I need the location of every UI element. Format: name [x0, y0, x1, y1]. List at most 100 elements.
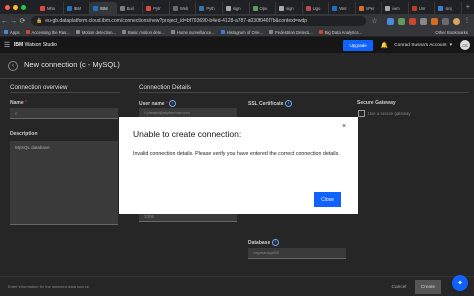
extension-icon[interactable] [442, 17, 449, 25]
upgrade-button[interactable]: Upgrade [343, 39, 373, 51]
ssl-label: SSL Certificate i [248, 100, 292, 107]
avatar[interactable]: CS [460, 40, 470, 50]
browser-tab[interactable]: Web [170, 2, 197, 14]
tab-label: IBM [73, 5, 82, 11]
close-button[interactable]: Close [314, 192, 341, 207]
bookmark-label: Basic motion dete... [127, 29, 165, 35]
app-header: ☰ IBM Watson Studio Upgrade 🔔 Conrad Sus… [0, 37, 474, 53]
browser-tab[interactable]: Unr [409, 2, 436, 14]
tab-favicon-icon [385, 5, 391, 11]
info-icon[interactable]: i [284, 100, 292, 107]
browser-tab[interactable]: IBM [64, 2, 91, 14]
hamburger-icon[interactable]: ☰ [0, 41, 14, 49]
browser-tab-strip: Mho IBM IBM Buil Pytr Web Pyth sign Ope sign Ugo We… [0, 0, 474, 14]
gateway-label: Secure Gateway [357, 100, 396, 106]
extension-icon[interactable] [409, 17, 416, 25]
profile-avatar-icon[interactable] [453, 17, 460, 25]
browser-tab[interactable]: nPer [356, 2, 383, 14]
other-bookmarks[interactable]: Other Bookmarks [435, 30, 468, 35]
url-field[interactable]: 🔒 eu-gb.dataplatform.cloud.ibm.com/conne… [31, 16, 366, 26]
bookmark-item[interactable]: Accessing the Ras... [25, 29, 70, 35]
product-brand[interactable]: IBM Watson Studio [14, 42, 57, 48]
gateway-checkbox-row[interactable]: Use a secure gateway [358, 110, 411, 117]
zoom-window-icon[interactable] [21, 4, 26, 10]
description-field[interactable]: MySQL database [10, 141, 118, 225]
browser-tab[interactable]: Buil [117, 2, 144, 14]
footer-bar: Enter information for the selected data … [0, 276, 474, 296]
info-icon[interactable]: i [271, 239, 279, 246]
bookmark-label: Apps [10, 29, 20, 35]
create-button[interactable]: Create [415, 280, 441, 294]
database-field[interactable]: cmymanageDB [248, 248, 346, 259]
browser-tab[interactable]: Mho [37, 2, 64, 14]
database-value: cmymanageDB [253, 251, 279, 255]
tab-favicon-icon [358, 5, 364, 11]
browser-tab[interactable]: Pyth [196, 2, 223, 14]
bookmark-favicon-icon [268, 30, 273, 34]
error-modal: Unable to create connection: × Invalid c… [119, 117, 358, 214]
bookmark-item[interactable]: Histogram of Orie... [220, 30, 263, 35]
back-arrow-icon[interactable]: ← [0, 18, 9, 25]
minimize-window-icon[interactable] [13, 4, 18, 10]
tab-label: sign [286, 5, 294, 11]
gateway-checkbox-label: Use a secure gateway [368, 111, 411, 116]
star-icon[interactable]: ☆ [370, 17, 379, 25]
account-switcher[interactable]: Conrad Susna's Account ▾ [394, 43, 452, 48]
bookmark-label: Accessing the Ras... [31, 29, 70, 35]
description-label: Description [10, 131, 38, 137]
new-tab-button[interactable]: + [462, 4, 474, 11]
lock-icon: 🔒 [36, 18, 43, 24]
bookmark-label: Pedestrian Detecti... [274, 29, 313, 35]
bookmark-item[interactable]: Apps [4, 30, 20, 35]
bookmark-item[interactable]: Pedestrian Detecti... [268, 29, 313, 35]
extension-icon[interactable] [431, 17, 438, 25]
bookmark-item[interactable]: Big Data Analytics... [318, 29, 362, 35]
browser-tab[interactable]: sign [223, 2, 250, 14]
extension-icon[interactable] [387, 17, 394, 25]
bookmark-label: Motion detection... [81, 29, 116, 35]
port-value: 3306 [144, 214, 155, 219]
close-window-icon[interactable] [5, 4, 10, 10]
footer-note: Enter information for the selected data … [8, 284, 91, 289]
browser-tab[interactable]: sinj [435, 2, 462, 14]
browser-tab[interactable]: IBM [90, 2, 117, 14]
info-icon[interactable]: i [169, 100, 177, 107]
notification-icon[interactable]: 🔔 [381, 42, 388, 49]
close-icon[interactable]: × [342, 123, 346, 130]
tab-label: Wet [339, 5, 347, 11]
tab-favicon-icon [199, 5, 205, 11]
divider [0, 78, 474, 79]
gateway-checkbox[interactable] [358, 110, 365, 117]
tab-label: IBM [100, 5, 108, 11]
tab-favicon-icon [40, 5, 45, 11]
tab-favicon-icon [66, 5, 72, 11]
extension-icon[interactable] [420, 17, 427, 25]
reload-icon[interactable]: ⟳ [18, 17, 27, 25]
name-field[interactable]: c [10, 108, 118, 119]
forward-arrow-icon[interactable]: → [9, 18, 18, 25]
browser-menu-icon[interactable]: ⋮ [464, 18, 471, 25]
browser-tab[interactable]: sign [276, 2, 303, 14]
tab-label: Pytr [153, 5, 161, 11]
bookmark-item[interactable]: Basic motion dete... [121, 29, 165, 35]
cancel-button[interactable]: Cancel [386, 280, 412, 294]
browser-tab[interactable]: Wet [329, 2, 356, 14]
extension-icon[interactable] [398, 17, 405, 25]
tab-favicon-icon [305, 5, 311, 11]
brand-name: Watson Studio [24, 42, 57, 48]
browser-tab[interactable]: Ope [250, 2, 277, 14]
tab-favicon-icon [279, 5, 285, 11]
bookmark-item[interactable]: Motion detection... [75, 29, 116, 35]
bookmark-label: Big Data Analytics... [324, 29, 362, 35]
divider [139, 92, 469, 93]
back-button[interactable]: ‹ [8, 61, 18, 71]
database-label: Database i [248, 239, 279, 246]
bookmark-favicon-icon [170, 30, 175, 34]
tab-label: sinj [445, 5, 452, 11]
bookmark-item[interactable]: Home surveillance... [170, 30, 215, 35]
assistant-chat-icon[interactable]: ✦ [452, 275, 468, 291]
browser-tab[interactable]: Pytr [143, 2, 170, 14]
browser-tab[interactable]: iwm [382, 2, 409, 14]
browser-tab[interactable]: Ugo [303, 2, 330, 14]
tab-list: Mho IBM IBM Buil Pytr Web Pyth sign Ope sign Ugo We… [37, 0, 462, 14]
